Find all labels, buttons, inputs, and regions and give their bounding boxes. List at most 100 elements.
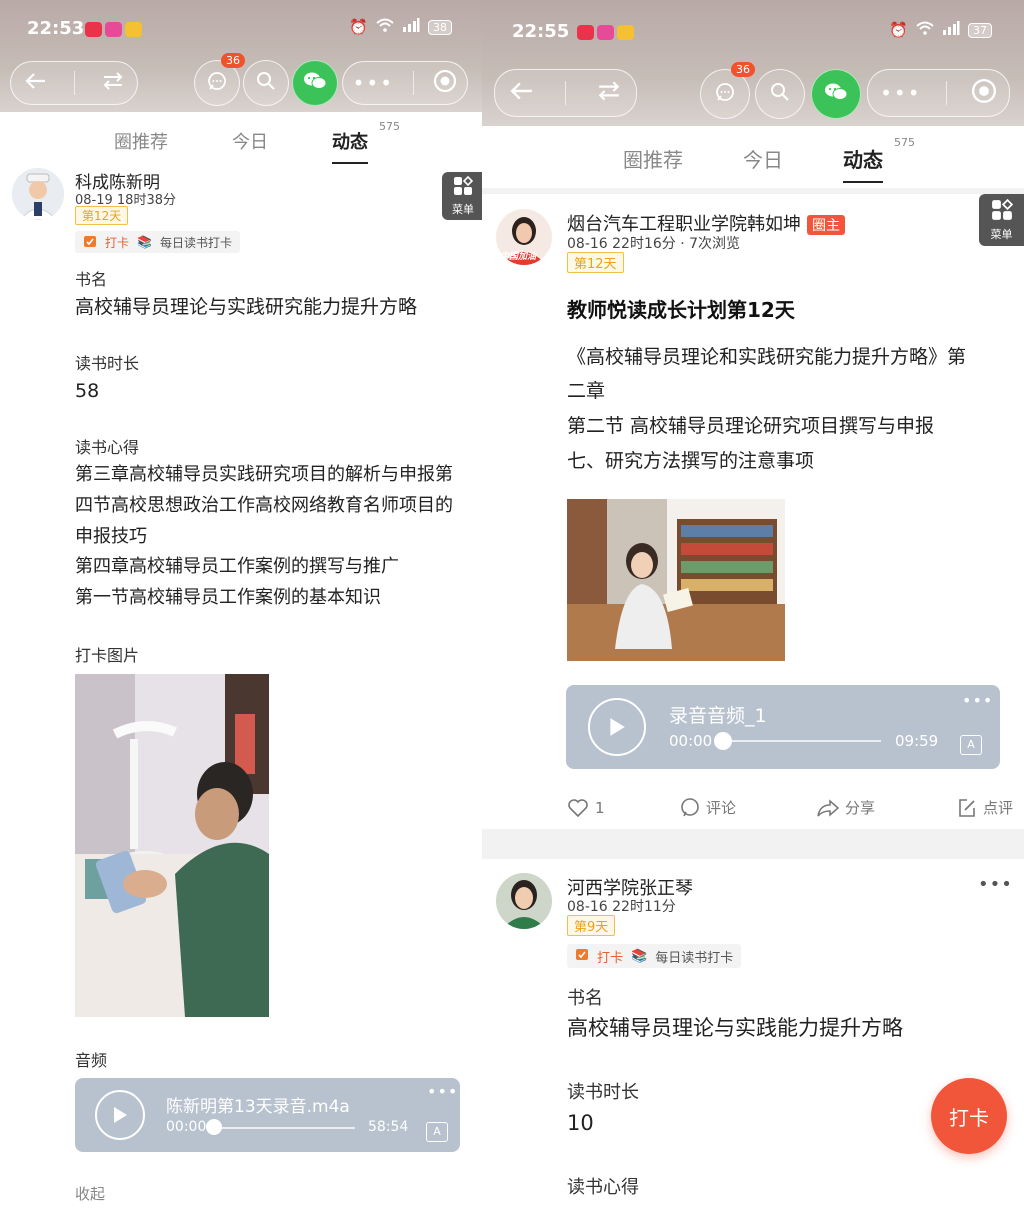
notes-line: 第一节高校辅导员工作案例的基本知识 <box>75 587 381 608</box>
wechat-icon <box>824 82 848 107</box>
notes-label: 读书心得 <box>567 1177 639 1198</box>
body-line: 第二节 高校辅导员理论研究项目撰写与申报 <box>567 415 935 437</box>
post-time: 08-16 22时16分 · 7次浏览 <box>567 236 741 252</box>
left-screenshot: 22:53 ⏰ 38 36 ••• 圈推荐 今日 动态 575 菜单 科成陈新明… <box>0 0 482 1212</box>
more-dots-icon[interactable]: ••• <box>353 71 394 95</box>
close-target-icon[interactable] <box>971 78 997 108</box>
audio-progress-track[interactable] <box>723 740 881 742</box>
chip-topic-label: 每日读书打卡 <box>159 235 232 250</box>
messages-button[interactable]: 36 <box>700 62 755 119</box>
menu-grid-icon <box>991 198 1013 224</box>
post-photo[interactable] <box>567 499 785 661</box>
wifi-icon <box>916 21 934 39</box>
wifi-icon <box>376 18 394 36</box>
like-count: 1 <box>595 798 605 817</box>
tab-feed[interactable]: 动态 575 <box>843 136 915 183</box>
audio-player: 录音音频_1 00:00 09:59 ••• A <box>566 685 1000 769</box>
photo-label: 打卡图片 <box>75 646 140 665</box>
switch-arrows-icon[interactable] <box>102 72 124 94</box>
search-button[interactable] <box>755 69 805 119</box>
status-system-icons: ⏰ 37 <box>889 21 992 39</box>
play-button[interactable] <box>588 698 646 756</box>
nav-back-switch-pill <box>10 61 138 105</box>
audio-more-icon[interactable]: ••• <box>962 691 993 710</box>
app-icon <box>125 22 142 37</box>
tab-bar: 圈推荐 今日 动态 575 <box>0 120 482 164</box>
share-button[interactable]: 分享 <box>817 797 957 818</box>
chip-punch-label: 打卡 <box>597 950 624 966</box>
tab-feed[interactable]: 动态 575 <box>332 120 400 164</box>
notes-line: 申报技巧 <box>75 526 147 547</box>
tab-today[interactable]: 今日 <box>232 128 268 164</box>
calendar-check-icon <box>83 234 97 251</box>
avatar[interactable] <box>12 168 64 220</box>
notes-line: 第三章高校辅导员实践研究项目的解析与申报第 <box>75 464 453 485</box>
play-icon <box>610 718 625 736</box>
search-button[interactable] <box>243 60 289 106</box>
collapse-link[interactable]: 收起 <box>75 1183 105 1204</box>
tab-feed-label: 动态 <box>332 132 368 153</box>
tab-bar: 圈推荐 今日 动态 575 <box>482 136 1024 183</box>
owner-tag: 圈主 <box>807 215 845 235</box>
close-target-icon[interactable] <box>433 69 457 97</box>
post-title: 教师悦读成长计划第12天 <box>567 298 795 322</box>
menu-grid-icon <box>453 175 474 199</box>
transcribe-icon[interactable]: A <box>426 1122 448 1142</box>
tab-today[interactable]: 今日 <box>743 144 783 183</box>
post-time: 08-16 22时11分 <box>567 899 676 915</box>
capsule-menu: ••• <box>867 69 1010 117</box>
wechat-button[interactable] <box>811 69 861 119</box>
avatar[interactable]: 中国加油 <box>496 209 552 265</box>
audio-progress-knob[interactable] <box>206 1119 222 1135</box>
checkin-photo[interactable] <box>75 674 269 1017</box>
nav-back-switch-pill <box>494 69 637 117</box>
body-line: 七、研究方法撰写的注意事项 <box>567 450 815 472</box>
book-stack-icon: 📚 <box>631 948 648 964</box>
play-button[interactable] <box>95 1090 145 1140</box>
audio-current-time: 00:00 <box>669 732 713 750</box>
calendar-check-icon <box>575 947 589 965</box>
app-icon <box>617 25 634 40</box>
divider <box>73 71 75 95</box>
topic-chip[interactable]: 打卡 📚 每日读书打卡 <box>75 231 240 253</box>
review-button[interactable]: 点评 <box>957 797 1013 818</box>
status-time: 22:53 <box>27 18 85 39</box>
audio-progress-knob[interactable] <box>714 732 732 750</box>
switch-arrows-icon[interactable] <box>597 81 621 105</box>
comment-button[interactable]: 评论 <box>680 797 817 818</box>
checkin-fab-button[interactable]: 打卡 <box>931 1078 1007 1154</box>
tab-feed-label: 动态 <box>843 148 883 172</box>
transcribe-icon[interactable]: A <box>960 735 982 755</box>
duration-label: 读书时长 <box>75 354 140 373</box>
more-dots-icon[interactable]: ••• <box>880 81 921 105</box>
capsule-menu: ••• <box>342 61 468 105</box>
notes-line: 四节高校思想政治工作高校网络教育名师项目的 <box>75 495 453 516</box>
menu-button[interactable]: 菜单 <box>979 194 1024 246</box>
avatar[interactable] <box>496 873 552 929</box>
tab-feed-count: 575 <box>894 136 915 149</box>
tab-recommended[interactable]: 圈推荐 <box>623 144 683 183</box>
tab-recommended[interactable]: 圈推荐 <box>114 128 168 164</box>
duration-value: 10 <box>567 1111 594 1135</box>
status-system-icons: ⏰ 38 <box>349 18 452 36</box>
audio-more-icon[interactable]: ••• <box>427 1082 458 1101</box>
avatar-caption: 中国加油 <box>500 252 537 262</box>
topic-chip[interactable]: 打卡 📚 每日读书打卡 <box>567 944 742 968</box>
audio-file-name: 陈新明第13天录音.m4a <box>166 1097 350 1117</box>
app-icon <box>85 22 102 37</box>
back-arrow-icon[interactable] <box>510 81 534 105</box>
messages-button[interactable]: 36 <box>194 53 245 106</box>
book-value: 高校辅导员理论与实践研究能力提升方略 <box>75 296 418 318</box>
like-button[interactable]: 1 <box>567 797 680 818</box>
audio-progress-track[interactable] <box>215 1127 355 1129</box>
body-line: 《高校辅导员理论和实践研究能力提升方略》第 <box>567 346 967 368</box>
audio-file-name: 录音音频_1 <box>669 705 767 727</box>
post-more-icon[interactable]: ••• <box>978 874 1013 895</box>
wechat-button[interactable] <box>292 60 338 106</box>
body-line: 二章 <box>567 380 606 402</box>
status-app-icons <box>577 25 634 40</box>
share-icon <box>817 798 839 817</box>
back-arrow-icon[interactable] <box>24 72 47 94</box>
comment-icon <box>681 797 699 816</box>
menu-button[interactable]: 菜单 <box>442 172 482 220</box>
